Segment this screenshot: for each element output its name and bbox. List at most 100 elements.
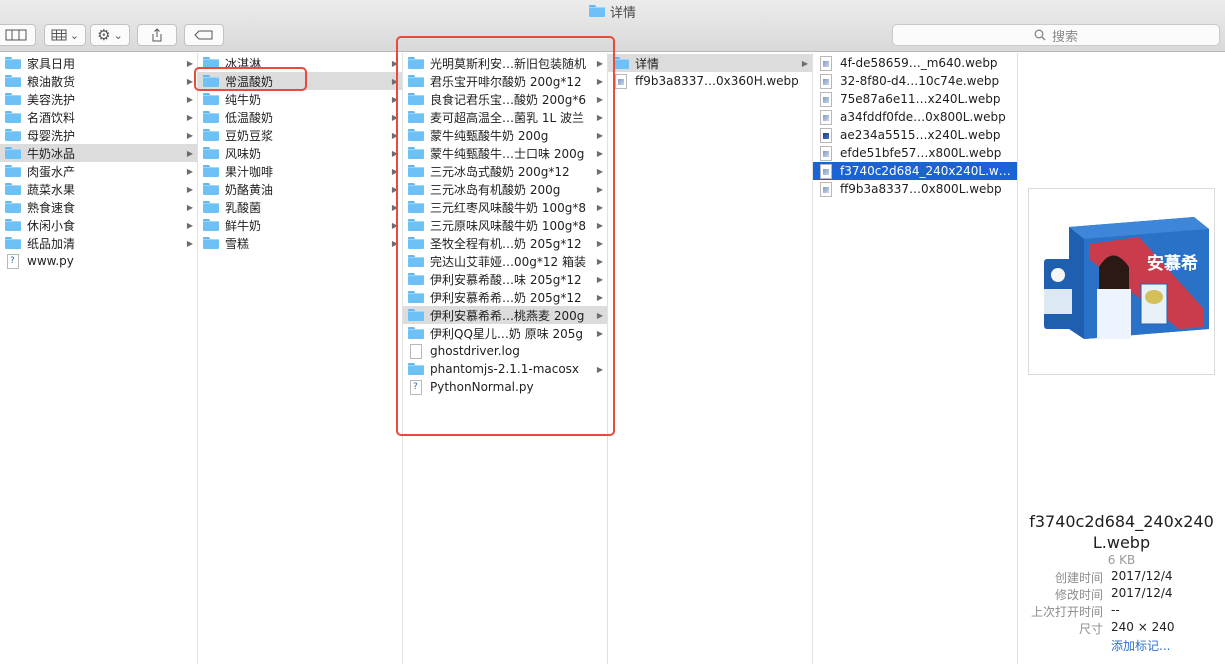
folder-row[interactable]: 美容洗护 ▶ <box>0 90 197 108</box>
metadata-value: -- <box>1111 603 1120 617</box>
item-label: ff9b3a8337…0x360H.webp <box>635 74 799 88</box>
item-label: 纯牛奶 <box>225 92 262 107</box>
file-row[interactable]: a34fddf0fde…0x800L.webp <box>813 108 1017 126</box>
folder-row[interactable]: 奶酪黄油 ▶ <box>198 180 402 198</box>
item-label: 低温酸奶 <box>225 110 274 125</box>
file-row[interactable]: 75e87a6e11…x240L.webp <box>813 90 1017 108</box>
folder-row[interactable]: 家具日用 ▶ <box>0 54 197 72</box>
item-label: ae234a5515…x240L.webp <box>840 128 1001 142</box>
disclosure-arrow-icon: ▶ <box>186 112 193 122</box>
share-icon <box>152 28 162 42</box>
file-row[interactable]: 32-8f80-d4…10c74e.webp <box>813 72 1017 90</box>
folder-icon <box>203 183 219 195</box>
folder-icon <box>613 57 629 69</box>
folder-row[interactable]: 雪糕 ▶ <box>198 234 402 252</box>
item-label: 母婴洗护 <box>27 128 76 143</box>
folder-row[interactable]: 风味奶 ▶ <box>198 144 402 162</box>
image-file-icon <box>820 55 832 71</box>
file-row[interactable]: www.py <box>0 252 197 270</box>
file-row[interactable]: f3740c2d684_240x240L.webp <box>813 162 1017 180</box>
file-row[interactable]: efde51bfe57…x800L.webp <box>813 144 1017 162</box>
item-label: 32-8f80-d4…10c74e.webp <box>840 74 1000 88</box>
file-row[interactable]: ae234a5515…x240L.webp <box>813 126 1017 144</box>
folder-icon <box>203 93 219 105</box>
folder-row[interactable]: 熟食速食 ▶ <box>0 198 197 216</box>
tag-button[interactable] <box>184 24 224 46</box>
item-label: 风味奶 <box>225 146 262 161</box>
folder-row[interactable]: 肉蛋水产 ▶ <box>0 162 197 180</box>
share-button[interactable] <box>137 24 177 46</box>
file-row[interactable]: ff9b3a8337…0x800L.webp <box>813 180 1017 198</box>
folder-row[interactable]: 详情 ▶ <box>608 54 812 72</box>
disclosure-arrow-icon: ▶ <box>186 148 193 158</box>
folder-icon <box>588 5 605 17</box>
metadata-value: 240 × 240 <box>1111 620 1175 634</box>
metadata-row: 创建时间 2017/12/4 <box>1018 569 1225 586</box>
search-icon <box>1034 29 1046 41</box>
folder-row[interactable]: 母婴洗护 ▶ <box>0 126 197 144</box>
folder-row[interactable]: 粮油散货 ▶ <box>0 72 197 90</box>
search-field[interactable]: 搜索 <box>892 24 1220 46</box>
python-file-icon <box>7 253 19 269</box>
preview-filesize: 6 KB <box>1107 553 1136 567</box>
folder-icon <box>5 183 21 195</box>
annotation-box-category <box>194 67 307 91</box>
image-file-icon <box>615 73 627 89</box>
folder-icon <box>5 93 21 105</box>
folder-row[interactable]: 低温酸奶 ▶ <box>198 108 402 126</box>
column-categories: 家具日用 ▶ 粮油散货 ▶ 美容洗护 ▶ 名酒饮料 ▶ 母婴洗护 ▶ 牛奶冰品 ▶ 肉蛋水产 ▶ 蔬菜水果 ▶… <box>0 53 198 664</box>
item-label: 4f-de58659…_m640.webp <box>840 56 998 70</box>
add-tags-link[interactable]: 添加标记... <box>1111 637 1170 654</box>
item-label: 75e87a6e11…x240L.webp <box>840 92 1001 106</box>
folder-icon <box>5 147 21 159</box>
folder-row[interactable]: 果汁咖啡 ▶ <box>198 162 402 180</box>
folder-row[interactable]: 名酒饮料 ▶ <box>0 108 197 126</box>
item-label: 熟食速食 <box>27 200 76 215</box>
metadata-value: 2017/12/4 <box>1111 569 1173 583</box>
view-mode-button[interactable] <box>0 24 36 46</box>
image-file-icon <box>820 163 832 179</box>
item-label: 雪糕 <box>225 236 250 251</box>
file-row[interactable]: 4f-de58659…_m640.webp <box>813 54 1017 72</box>
item-label: 名酒饮料 <box>27 110 76 125</box>
disclosure-arrow-icon: ▶ <box>186 166 193 176</box>
folder-row[interactable]: 乳酸菌 ▶ <box>198 198 402 216</box>
folder-row[interactable]: 鲜牛奶 ▶ <box>198 216 402 234</box>
column-product-folder: 详情 ▶ ff9b3a8337…0x360H.webp <box>608 53 813 664</box>
folder-icon <box>5 129 21 141</box>
folder-row[interactable]: 蔬菜水果 ▶ <box>0 180 197 198</box>
folder-icon <box>203 129 219 141</box>
item-label: efde51bfe57…x800L.webp <box>840 146 1002 160</box>
folder-row[interactable]: 纸品加清 ▶ <box>0 234 197 252</box>
file-row[interactable]: ff9b3a8337…0x360H.webp <box>608 72 812 90</box>
folder-row[interactable]: 牛奶冰品 ▶ <box>0 144 197 162</box>
group-button[interactable]: ⌄ <box>44 24 86 46</box>
item-label: 乳酸菌 <box>225 200 262 215</box>
column-subcategories: 冰淇淋 ▶ 常温酸奶 ▶ 纯牛奶 ▶ 低温酸奶 ▶ 豆奶豆浆 ▶ 风味奶 ▶ 果汁咖啡 ▶ 奶酪黄油 ▶ 乳酸菌… <box>198 53 403 664</box>
gear-icon: ⚙ <box>97 26 111 44</box>
disclosure-arrow-icon: ▶ <box>186 220 193 230</box>
item-label: 蔬菜水果 <box>27 182 76 197</box>
folder-row[interactable]: 豆奶豆浆 ▶ <box>198 126 402 144</box>
chevron-down-icon: ⌄ <box>69 28 80 42</box>
folder-row[interactable]: 纯牛奶 ▶ <box>198 90 402 108</box>
metadata-value: 2017/12/4 <box>1111 586 1173 600</box>
folder-icon <box>5 111 21 123</box>
preview-filename: f3740c2d684_240x240L.webp <box>1029 512 1214 552</box>
image-file-icon <box>820 91 832 107</box>
folder-icon <box>5 75 21 87</box>
folder-icon <box>203 201 219 213</box>
item-label: 美容洗护 <box>27 92 76 107</box>
item-label: ff9b3a8337…0x800L.webp <box>840 182 1002 196</box>
disclosure-arrow-icon: ▶ <box>186 130 193 140</box>
folder-icon <box>203 147 219 159</box>
disclosure-arrow-icon: ▶ <box>186 184 193 194</box>
folder-icon <box>203 165 219 177</box>
metadata-key: 尺寸 <box>1078 622 1103 636</box>
folder-icon <box>5 237 21 249</box>
folder-row[interactable]: 休闲小食 ▶ <box>0 216 197 234</box>
metadata-row: 尺寸 240 × 240 <box>1018 620 1225 637</box>
image-file-icon <box>820 145 832 161</box>
chevron-down-icon: ⌄ <box>113 28 123 42</box>
action-button[interactable]: ⚙ ⌄ <box>90 24 130 46</box>
